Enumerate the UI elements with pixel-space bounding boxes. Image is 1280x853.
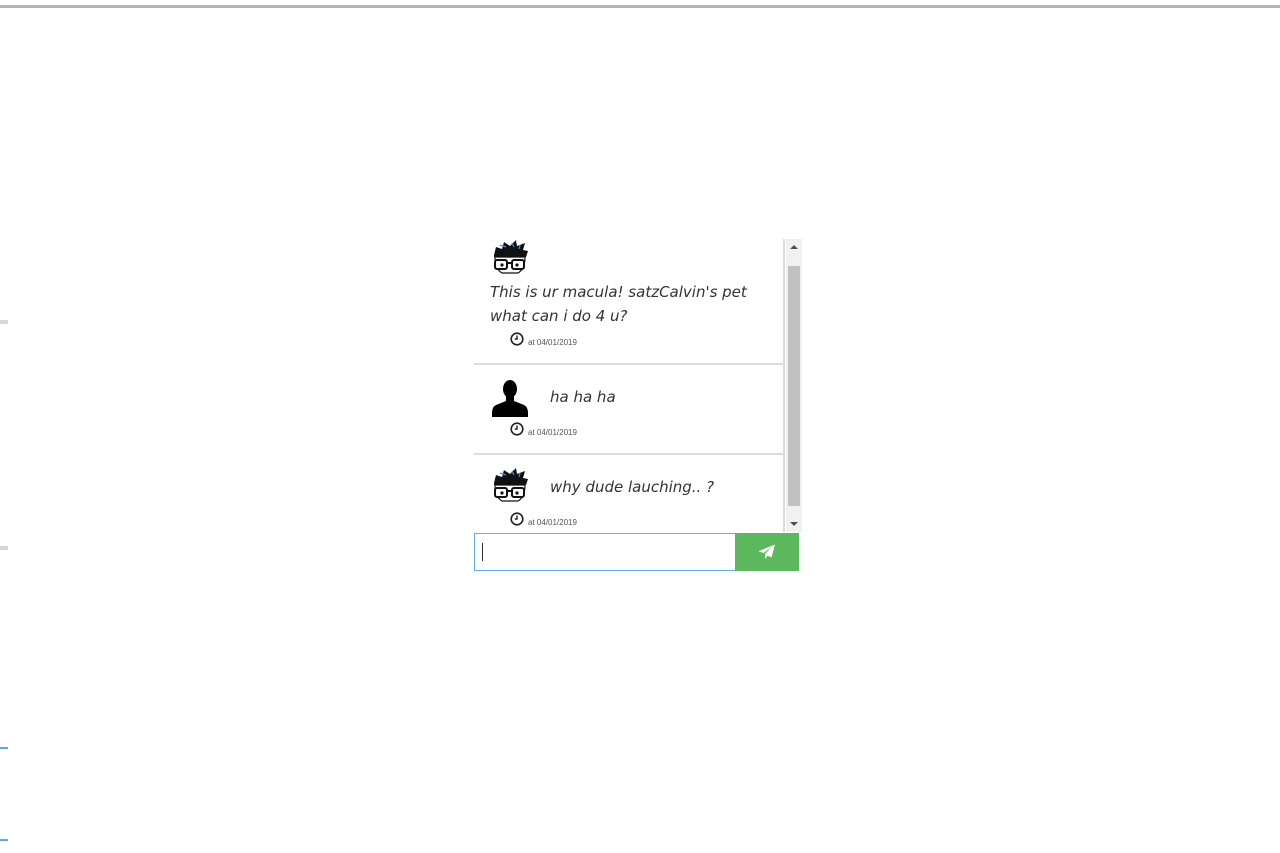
paper-plane-icon: [758, 544, 775, 559]
chat-message-bot: why dude lauching.. ? at 04/01/2019: [474, 455, 785, 532]
nerd-glasses-avatar-icon: [490, 239, 530, 279]
message-timestamp: at 04/01/2019: [528, 337, 577, 347]
send-button[interactable]: [735, 533, 799, 571]
message-composer: [474, 533, 799, 571]
message-input-wrapper: [474, 533, 735, 571]
edge-mark: [0, 839, 8, 841]
message-meta: at 04/01/2019: [510, 332, 577, 347]
message-text: why dude lauching.. ?: [550, 478, 715, 496]
chat-widget: This is ur macula! satzCalvin's pet what…: [474, 239, 802, 571]
edge-mark: [0, 320, 8, 324]
user-silhouette-icon: [490, 377, 530, 417]
chat-scrollbar[interactable]: [786, 239, 802, 532]
message-meta: at 04/01/2019: [510, 512, 577, 527]
clock-icon: [510, 332, 524, 346]
chat-message-bot: This is ur macula! satzCalvin's pet what…: [474, 239, 785, 365]
clock-icon: [510, 422, 524, 436]
message-timestamp: at 04/01/2019: [528, 517, 577, 527]
chat-message-user: ha ha ha at 04/01/2019: [474, 365, 785, 455]
page-top-border: [0, 5, 1280, 8]
message-input[interactable]: [474, 533, 735, 571]
scroll-down-arrow-icon[interactable]: [786, 516, 802, 532]
nerd-glasses-avatar-icon: [490, 467, 530, 507]
scrollbar-thumb[interactable]: [788, 266, 800, 506]
scroll-up-arrow-icon[interactable]: [786, 239, 802, 255]
clock-icon: [510, 512, 524, 526]
edge-mark: [0, 747, 8, 749]
message-text: ha ha ha: [550, 388, 616, 406]
edge-mark: [0, 546, 8, 550]
message-meta: at 04/01/2019: [510, 422, 577, 437]
text-caret: [482, 543, 483, 561]
chat-log[interactable]: This is ur macula! satzCalvin's pet what…: [474, 239, 785, 532]
message-text: This is ur macula! satzCalvin's pet what…: [490, 283, 747, 325]
message-timestamp: at 04/01/2019: [528, 427, 577, 437]
